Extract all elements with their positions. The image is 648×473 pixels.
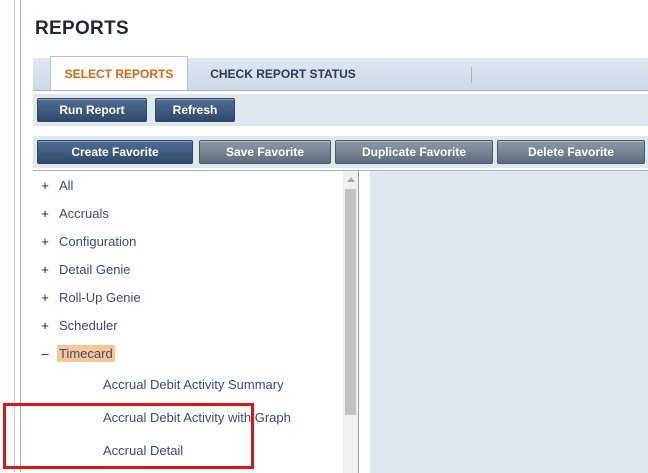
duplicate-favorite-button[interactable]: Duplicate Favorite bbox=[335, 140, 493, 164]
tree-node[interactable]: + Configuration bbox=[33, 231, 138, 251]
report-item[interactable]: Accrual Detail bbox=[103, 440, 183, 460]
favorites-toolbar: Create Favorite Save Favorite Duplicate … bbox=[33, 136, 648, 168]
expand-icon[interactable]: + bbox=[33, 178, 57, 193]
tree-node-selected[interactable]: – Timecard bbox=[33, 343, 115, 363]
tree-node-label[interactable]: Roll-Up Genie bbox=[57, 289, 143, 306]
report-tree: + All + Accruals + Configuration + Detai… bbox=[33, 171, 359, 473]
refresh-button[interactable]: Refresh bbox=[155, 98, 235, 122]
report-toolbar: Run Report Refresh bbox=[33, 94, 648, 126]
expand-icon[interactable]: + bbox=[33, 262, 57, 277]
scroll-up-arrow-icon[interactable] bbox=[347, 177, 355, 182]
tree-node[interactable]: + Detail Genie bbox=[33, 259, 133, 279]
tab-separator bbox=[471, 67, 472, 83]
expand-icon[interactable]: + bbox=[33, 206, 57, 221]
tree-node[interactable]: + Scheduler bbox=[33, 315, 120, 335]
expand-icon[interactable]: + bbox=[33, 234, 57, 249]
tree-node[interactable]: + Roll-Up Genie bbox=[33, 287, 143, 307]
collapse-icon[interactable]: – bbox=[33, 346, 57, 361]
scroll-thumb[interactable] bbox=[345, 189, 356, 415]
tree-node[interactable]: + All bbox=[33, 175, 75, 195]
tree-scrollbar[interactable] bbox=[343, 171, 358, 473]
report-browser: + All + Accruals + Configuration + Detai… bbox=[33, 170, 648, 473]
tab-check-report-status[interactable]: CHECK REPORT STATUS bbox=[203, 58, 363, 90]
tree-node-label[interactable]: Detail Genie bbox=[57, 261, 133, 278]
run-report-button[interactable]: Run Report bbox=[37, 98, 147, 122]
report-item[interactable]: Accrual Debit Activity with Graph bbox=[103, 407, 291, 427]
create-favorite-button[interactable]: Create Favorite bbox=[37, 140, 193, 164]
tree-node-label[interactable]: Accruals bbox=[57, 205, 111, 222]
tree-node-label[interactable]: Configuration bbox=[57, 233, 138, 250]
tree-node[interactable]: + Accruals bbox=[33, 203, 111, 223]
page-title: REPORTS bbox=[35, 18, 129, 39]
expand-icon[interactable]: + bbox=[33, 318, 57, 333]
tab-bar: SELECT REPORTS CHECK REPORT STATUS bbox=[33, 56, 648, 91]
save-favorite-button[interactable]: Save Favorite bbox=[199, 140, 331, 164]
left-strip bbox=[0, 0, 20, 472]
report-item[interactable]: Accrual Debit Activity Summary bbox=[103, 374, 284, 394]
reports-panel: REPORTS SELECT REPORTS CHECK REPORT STAT… bbox=[20, 0, 648, 473]
report-details-pane bbox=[370, 171, 648, 473]
delete-favorite-button[interactable]: Delete Favorite bbox=[497, 140, 645, 164]
tree-node-label[interactable]: Scheduler bbox=[57, 317, 120, 334]
tree-node-label[interactable]: Timecard bbox=[57, 344, 115, 362]
tab-select-reports[interactable]: SELECT REPORTS bbox=[50, 56, 188, 90]
tree-node-label[interactable]: All bbox=[57, 177, 75, 194]
expand-icon[interactable]: + bbox=[33, 290, 57, 305]
